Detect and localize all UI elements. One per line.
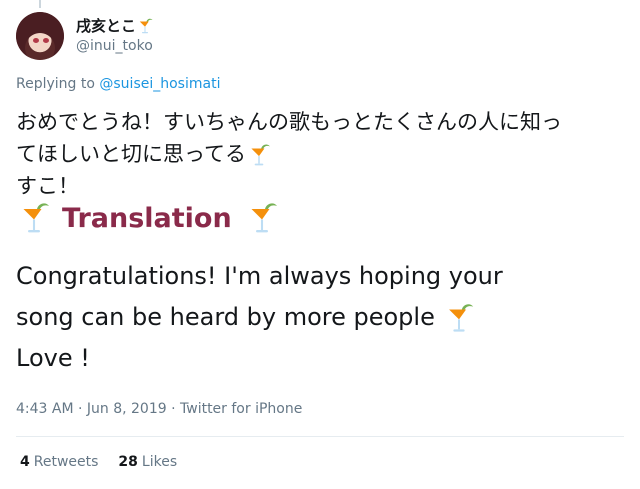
tweet-text-line-3: すこ！	[16, 174, 79, 198]
author-names: 戌亥とこ @inui_toko	[76, 16, 154, 56]
reply-mention-link[interactable]: @suisei_hosimati	[99, 76, 220, 92]
divider	[16, 436, 624, 437]
author-display-name[interactable]: 戌亥とこ	[76, 16, 154, 36]
tropical-drink-icon	[251, 144, 270, 166]
retweets-count: 4	[20, 454, 30, 470]
likes-count: 28	[118, 454, 138, 470]
tropical-drink-icon	[23, 203, 49, 233]
retweets-stat[interactable]: 4 Retweets	[20, 454, 98, 470]
replying-to: Replying to @suisei_hosimati	[16, 76, 220, 92]
tropical-drink-icon	[139, 18, 153, 34]
likes-stat[interactable]: 28 Likes	[118, 454, 177, 470]
translation-line-2: song can be heard by more people	[16, 297, 503, 338]
tweet-stats: 4 Retweets 28 Likes	[20, 454, 177, 470]
tweet-text-line-1: おめでとうね！すいちゃんの歌もっとたくさんの人に知っ	[16, 110, 562, 134]
avatar[interactable]	[16, 12, 64, 60]
tropical-drink-icon	[251, 203, 277, 233]
translation-line-3: Love !	[16, 344, 90, 372]
thread-connector-line	[39, 0, 41, 8]
likes-label: Likes	[141, 454, 178, 470]
translation-heading: Translation	[16, 200, 280, 236]
author-handle[interactable]: @inui_toko	[76, 36, 154, 56]
tweet-text-jp: おめでとうね！すいちゃんの歌もっとたくさんの人に知っ てほしいと切に思ってる す…	[16, 106, 624, 202]
retweets-label: Retweets	[33, 454, 99, 470]
tweet-text-line-2: てほしいと切に思ってる	[16, 138, 624, 170]
display-name-text: 戌亥とこ	[76, 17, 137, 35]
translation-line-1: Congratulations! I'm always hoping your	[16, 262, 503, 290]
translation-label: Translation	[62, 202, 232, 234]
translation-text: Congratulations! I'm always hoping your …	[16, 256, 503, 379]
translation-line-2-text: song can be heard by more people	[16, 303, 435, 331]
replying-to-label: Replying to	[16, 76, 95, 92]
tweet-header: 戌亥とこ @inui_toko	[16, 12, 154, 60]
tweet-text-line-2-text: てほしいと切に思ってる	[16, 142, 246, 166]
tropical-drink-icon	[449, 304, 474, 332]
tweet-timestamp[interactable]: 4:43 AM · Jun 8, 2019 · Twitter for iPho…	[16, 401, 302, 417]
